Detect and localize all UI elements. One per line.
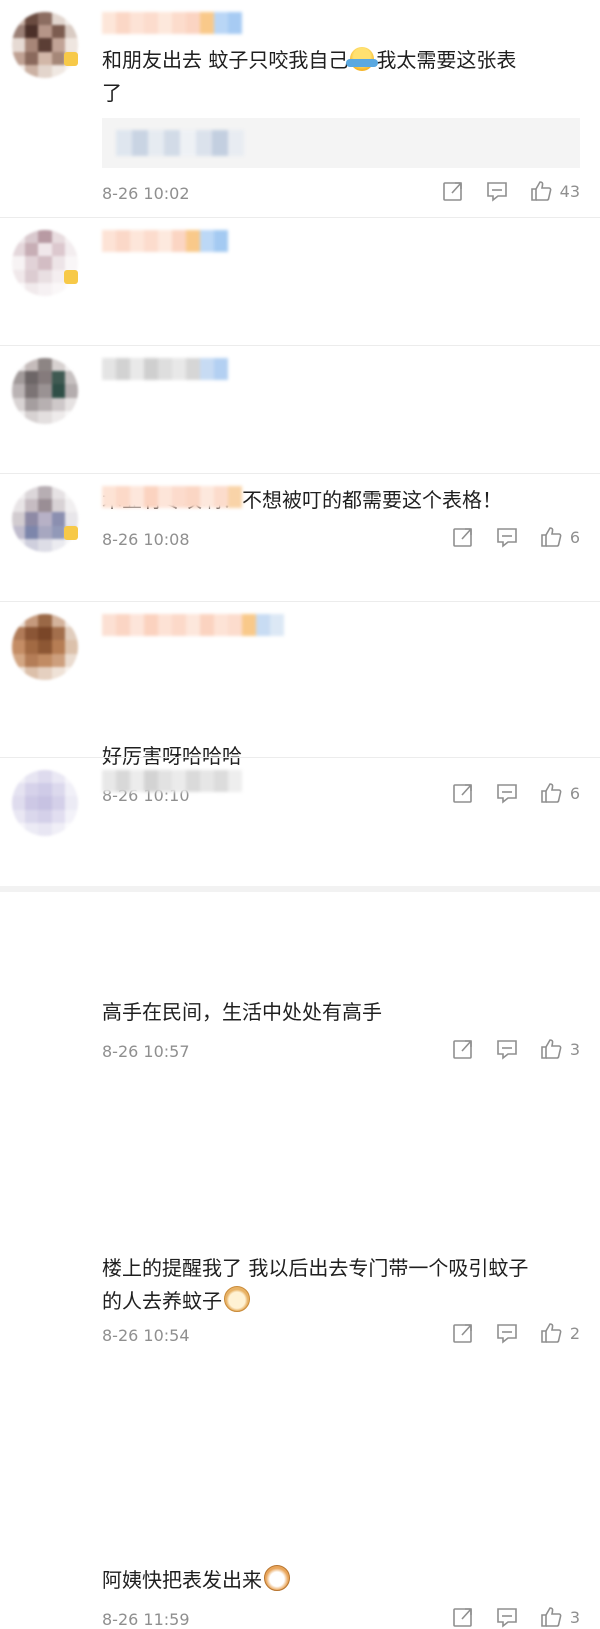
like-button[interactable]: 43 [530,180,580,202]
reply-button[interactable] [496,1322,518,1344]
comment-text: 高手在民间，生活中处处有高手 [102,1000,382,1024]
cat-emoji-icon [264,1565,290,1591]
thumbs-up-icon [541,1039,562,1059]
timestamp: 8-26 10:57 [102,1042,190,1061]
comment-text-part: 我太需要这张表 [376,48,517,72]
reply-button[interactable] [496,1606,518,1628]
comment-text-part: 的人去养蚊子 [102,1289,222,1313]
username-blurred[interactable] [102,230,228,254]
avatar[interactable] [12,770,78,836]
comment-text-part: 阿姨快把表发出来 [102,1568,262,1592]
comment-actions: 3 [430,1038,580,1060]
avatar[interactable] [12,614,78,680]
username-blurred[interactable] [102,12,242,36]
share-button[interactable] [442,180,464,202]
comment-text: 楼上的提醒我了 我以后出去专门带一个吸引蚊子 的人去养蚊子 [102,1252,577,1318]
like-count: 43 [559,181,580,201]
avatar[interactable] [12,230,78,296]
comment-item: 高手在民间，生活中处处有高手 8-26 10:57 3 [0,474,600,1061]
comment-icon [497,1040,517,1060]
comment-text-part: 和朋友出去 蚊子只咬我自己 [102,48,349,72]
comment-text: 阿姨快把表发出来 [102,1564,577,1597]
share-icon [453,1324,472,1343]
reply-button[interactable] [496,1038,518,1060]
username-blurred[interactable] [102,358,228,382]
comment-item: 楼上的提醒我了 我以后出去专门带一个吸引蚊子 的人去养蚊子 8-26 10:54… [0,602,600,1345]
bottom-divider [0,886,600,892]
username-blurred[interactable] [102,770,242,794]
thumbs-up-icon [541,1607,562,1627]
like-count: 2 [569,1323,580,1343]
comment-item: 好厉害呀哈哈哈 8-26 10:10 6 [0,346,600,805]
comment-actions: 3 [430,1606,580,1628]
like-button[interactable]: 3 [540,1038,580,1060]
share-button[interactable] [452,1038,474,1060]
vip-badge-icon [64,52,78,66]
thumbs-up-icon [530,181,552,201]
reply-preview[interactable] [102,118,580,168]
comment-item: 阿姨快把表发出来 8-26 11:59 3 [0,758,600,1629]
share-icon [442,182,462,201]
comment-list: 和朋友出去 蚊子只咬我自己 我太需要这张表 了 8-26 10:02 43 术业… [0,0,600,1629]
reply-button[interactable] [486,180,508,202]
avatar[interactable] [12,12,78,78]
like-button[interactable]: 2 [540,1322,580,1344]
share-button[interactable] [452,1606,474,1628]
avatar[interactable] [12,358,78,424]
like-count: 3 [569,1607,580,1627]
comment-actions: 43 [420,180,580,202]
username-blurred[interactable] [102,486,242,510]
timestamp: 8-26 10:02 [102,184,190,203]
share-icon [453,1608,472,1627]
share-icon [453,1040,472,1059]
vip-badge-icon [64,270,78,284]
vip-badge-icon [64,526,78,540]
timestamp: 8-26 10:54 [102,1326,190,1345]
comment-item: 术业有专攻啊！不想被叮的都需要这个表格！ 8-26 10:08 6 [0,218,600,549]
like-button[interactable]: 3 [540,1606,580,1628]
comment-actions: 2 [430,1322,580,1344]
comment-text: 和朋友出去 蚊子只咬我自己 我太需要这张表 了 [102,44,577,110]
like-count: 3 [569,1039,580,1059]
avatar[interactable] [12,486,78,552]
thumbs-up-icon [541,1323,562,1343]
share-button[interactable] [452,1322,474,1344]
username-blurred[interactable] [102,614,284,638]
comment-icon [497,1608,517,1628]
comment-item: 和朋友出去 蚊子只咬我自己 我太需要这张表 了 8-26 10:02 43 [0,0,600,218]
comment-text-part: 了 [102,81,122,105]
comment-text-part: 楼上的提醒我了 我以后出去专门带一个吸引蚊子 [102,1256,529,1280]
shrug-emoji-icon [346,47,379,71]
comment-icon [497,1324,517,1344]
doge-emoji-icon [224,1286,250,1312]
timestamp: 8-26 11:59 [102,1610,190,1629]
comment-icon [486,182,507,202]
